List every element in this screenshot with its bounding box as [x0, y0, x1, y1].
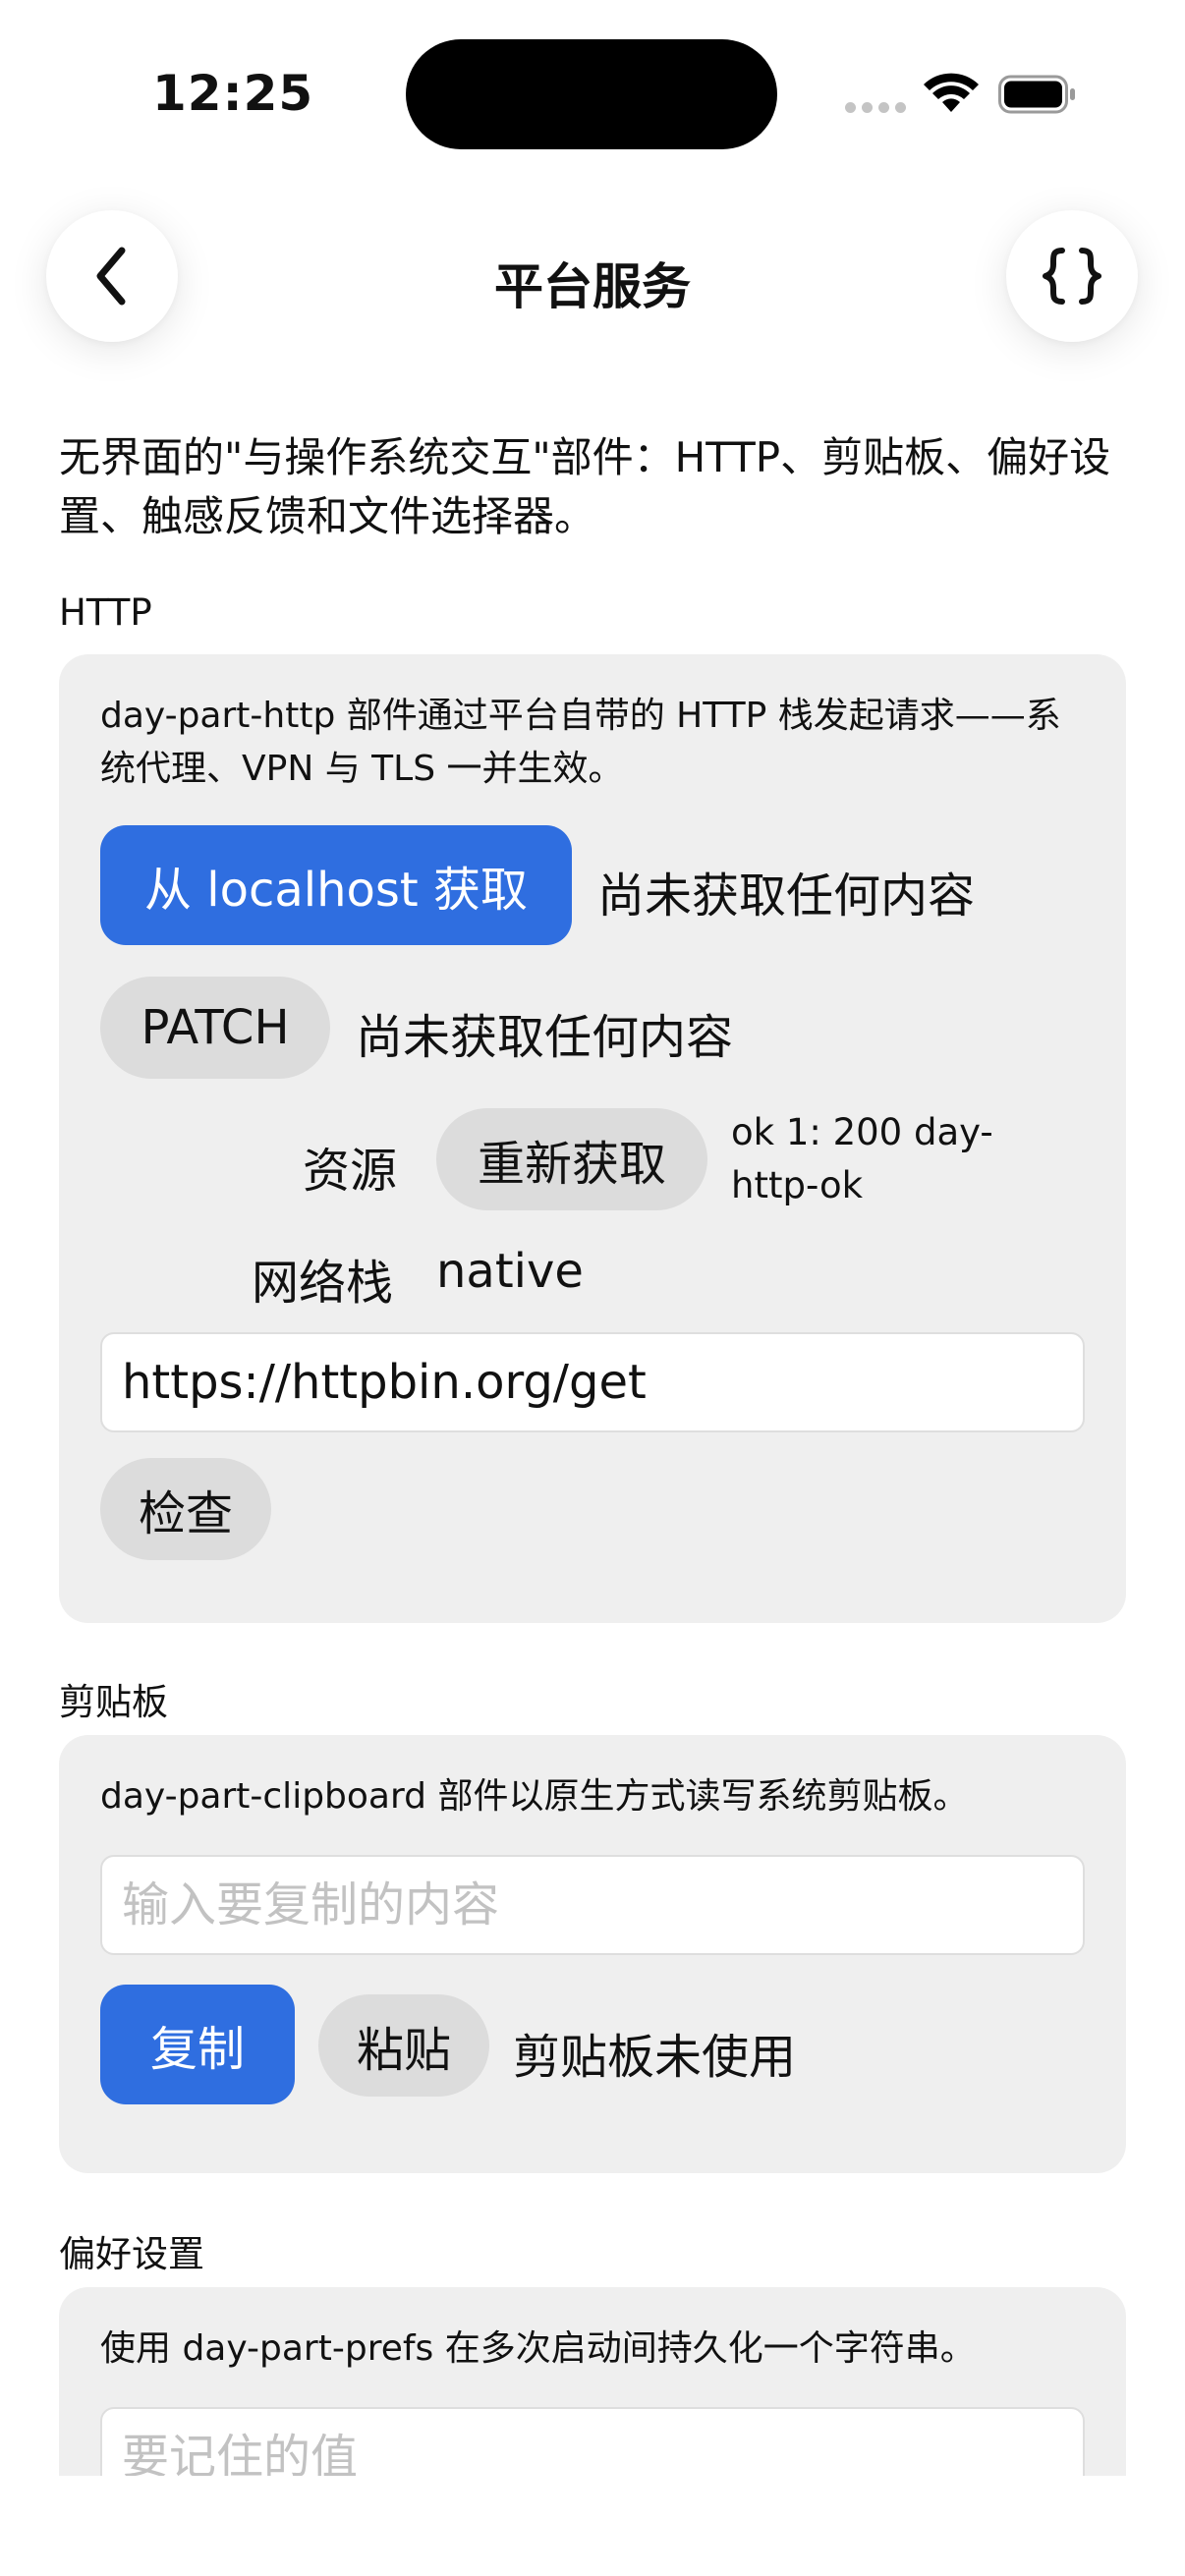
intro-text: 无界面的"与操作系统交互"部件：HTTP、剪贴板、偏好设置、触感反馈和文件选择器… [59, 433, 1111, 540]
clipboard-status: 剪贴板未使用 [513, 2030, 797, 2085]
screen: 12:25 平台服务 无界面的"与操作系统交互"部件：HTTP、剪贴板、偏好设置… [0, 0, 1185, 2576]
inspect-button[interactable]: 检查 [100, 1458, 271, 1560]
battery-icon [998, 75, 1075, 114]
network-stack-value: native [436, 1244, 584, 1299]
network-stack-label: 网络栈 [252, 1256, 394, 1311]
fetch-localhost-button[interactable]: 从 localhost 获取 [100, 825, 572, 945]
patch-status: 尚未获取任何内容 [356, 1010, 734, 1065]
wifi-icon [924, 73, 979, 112]
resource-result: ok 1: 200 day-http-ok [731, 1111, 993, 1206]
http-card: day-part-http 部件通过平台自带的 HTTP 栈发起请求——系统代理… [59, 654, 1126, 1623]
refetch-button[interactable]: 重新获取 [436, 1108, 707, 1210]
http-description: day-part-http 部件通过平台自带的 HTTP 栈发起请求——系统代理… [100, 696, 1061, 789]
preferences-description: 使用 day-part-prefs 在多次启动间持久化一个字符串。 [100, 2328, 976, 2369]
section-heading-preferences: 偏好设置 [59, 2233, 204, 2275]
section-heading-http: HTTP [59, 591, 152, 634]
clipboard-input[interactable] [100, 1855, 1085, 1955]
bottom-safe-area [0, 2476, 1185, 2576]
braces-icon [1043, 248, 1101, 305]
resource-label: 资源 [303, 1144, 398, 1199]
dynamic-island [406, 39, 777, 149]
section-heading-clipboard: 剪贴板 [59, 1681, 168, 1723]
clipboard-description: day-part-clipboard 部件以原生方式读写系统剪贴板。 [100, 1776, 969, 1817]
clipboard-card: day-part-clipboard 部件以原生方式读写系统剪贴板。 复制 粘贴… [59, 1735, 1126, 2173]
cellular-signal-icon [845, 102, 906, 113]
source-code-button[interactable] [1006, 210, 1138, 342]
paste-button[interactable]: 粘贴 [318, 1994, 489, 2097]
url-input[interactable] [100, 1332, 1085, 1432]
status-time: 12:25 [152, 65, 314, 122]
copy-button[interactable]: 复制 [100, 1985, 295, 2104]
patch-button[interactable]: PATCH [100, 977, 330, 1079]
fetch-status: 尚未获取任何内容 [597, 868, 976, 924]
